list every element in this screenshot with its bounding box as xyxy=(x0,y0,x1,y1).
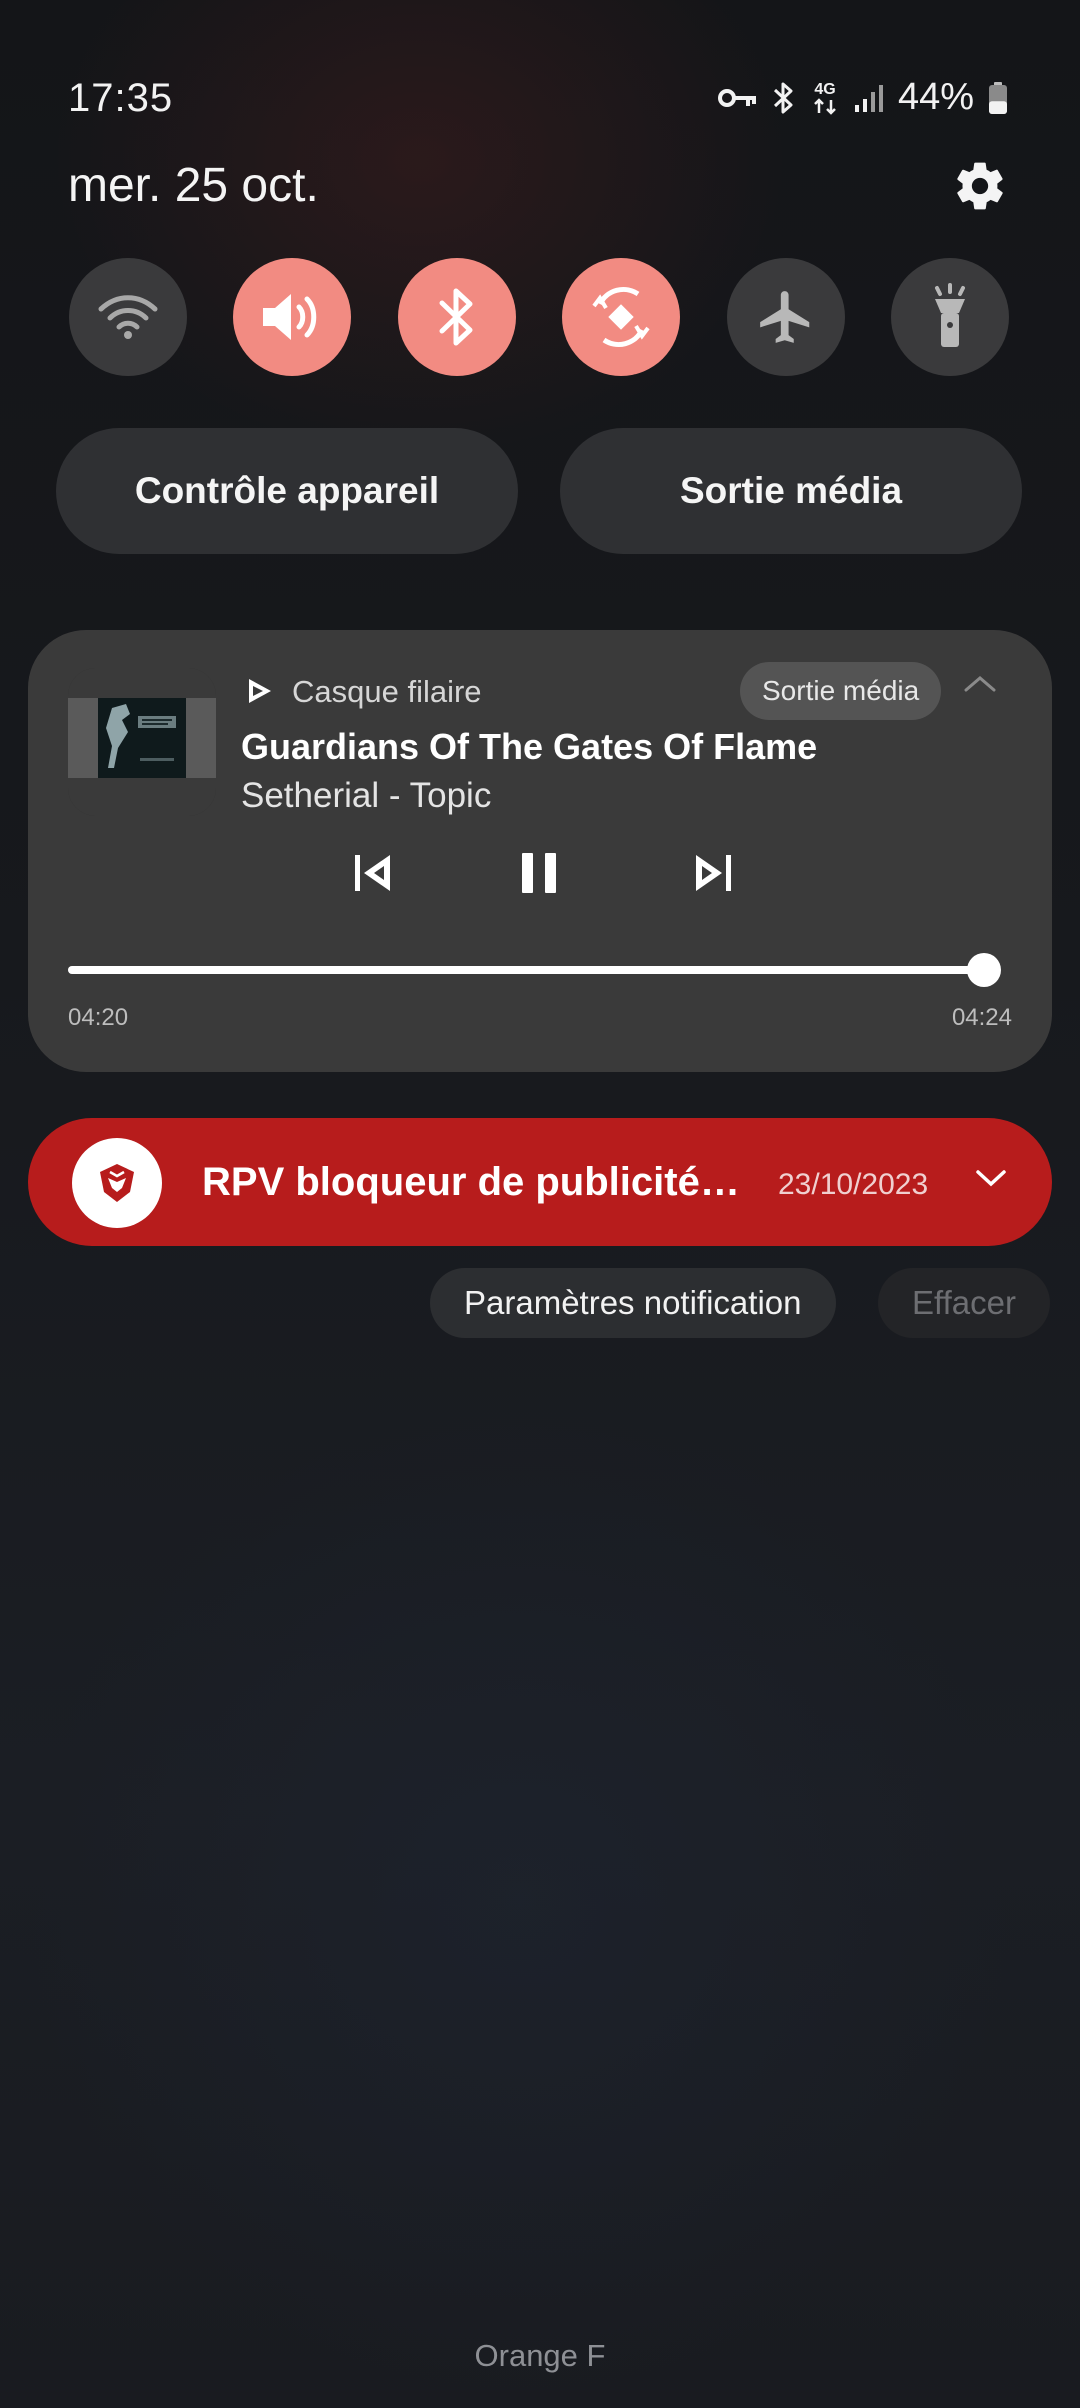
skip-previous-icon[interactable] xyxy=(350,850,396,896)
battery-percent: 44% xyxy=(897,76,974,118)
notification-settings-button[interactable]: Paramètres notification xyxy=(430,1268,836,1338)
track-title: Guardians Of The Gates Of Flame xyxy=(241,726,818,767)
device-control-button[interactable]: Contrôle appareil xyxy=(56,428,518,554)
status-icons: 4G 44% xyxy=(717,76,1008,119)
vpn-key-icon xyxy=(717,88,756,107)
bluetooth-icon xyxy=(773,82,793,113)
carrier-label: Orange F xyxy=(474,2338,606,2373)
elapsed-time: 04:20 xyxy=(68,1004,129,1031)
media-output-button[interactable]: Sortie média xyxy=(560,428,1022,554)
notification-date: 23/10/2023 xyxy=(778,1168,929,1201)
album-art-image xyxy=(68,668,216,816)
settings-button[interactable] xyxy=(952,158,1008,214)
shield-icon xyxy=(100,1164,134,1202)
seek-bar-thumb[interactable] xyxy=(967,953,1002,987)
wifi-toggle[interactable] xyxy=(69,258,187,376)
notification-title: RPV bloqueur de publicités et de xyxy=(202,1160,762,1204)
media-output-chip[interactable]: Sortie média xyxy=(740,662,942,720)
playback-device-icon xyxy=(249,679,271,703)
bluetooth-toggle[interactable] xyxy=(397,258,516,376)
flashlight-icon xyxy=(934,283,965,347)
skip-next-icon[interactable] xyxy=(690,850,736,896)
auto-rotate-toggle[interactable] xyxy=(562,258,681,376)
flashlight-toggle[interactable] xyxy=(890,258,1009,376)
seek-bar-fill xyxy=(68,966,985,974)
battery-icon xyxy=(989,81,1007,114)
vpn-notification[interactable]: RPV bloqueur de publicités et de 23/10/2… xyxy=(28,1118,1052,1246)
app-icon xyxy=(72,1138,162,1228)
auto-rotate-icon xyxy=(592,286,650,348)
playback-device-name: Casque filaire xyxy=(292,674,482,709)
status-time: 17:35 xyxy=(68,76,174,120)
bluetooth-icon xyxy=(439,288,473,346)
expand-chevron-icon[interactable] xyxy=(974,1166,1008,1190)
sound-icon xyxy=(263,294,317,340)
wifi-icon xyxy=(98,295,158,339)
media-player-card[interactable]: Casque filaire Sortie média Guardians Of… xyxy=(28,630,1052,1072)
quick-toggles xyxy=(69,258,1009,376)
album-art[interactable] xyxy=(68,668,216,816)
sound-toggle[interactable] xyxy=(233,258,352,376)
gear-icon xyxy=(957,162,1003,210)
clear-button[interactable]: Effacer xyxy=(878,1268,1050,1338)
track-artist: Setherial - Topic xyxy=(241,776,492,815)
collapse-chevron-icon[interactable] xyxy=(962,672,998,696)
pause-icon[interactable] xyxy=(516,850,562,896)
total-duration: 04:24 xyxy=(951,1004,1012,1031)
airplane-mode-toggle[interactable] xyxy=(726,258,845,376)
signal-icon xyxy=(854,84,883,112)
airplane-mode-icon xyxy=(759,291,809,343)
network-type-label: 4G xyxy=(814,81,835,98)
seek-bar[interactable] xyxy=(68,953,1002,987)
date-label: mer. 25 oct. xyxy=(68,159,319,212)
4g-data-icon: 4G xyxy=(814,81,836,115)
